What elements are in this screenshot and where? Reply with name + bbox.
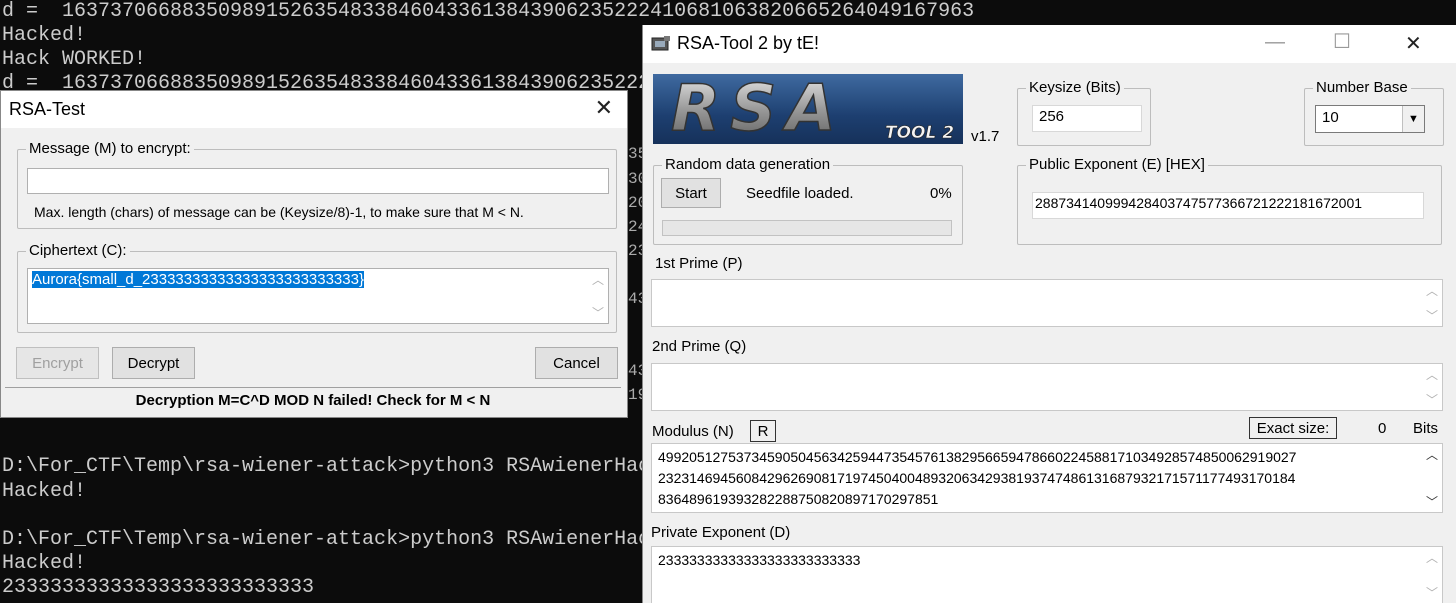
rsa-test-dialog: RSA-Test ✕ Message (M) to encrypt: Max. … [0, 90, 628, 418]
modulus-label: Modulus (N) [652, 423, 734, 440]
progress-percent: 0% [930, 185, 952, 202]
message-group-label: Message (M) to encrypt: [26, 140, 194, 157]
dialog-title: RSA-Test [9, 99, 86, 119]
ciphertext-group-label: Ciphertext (C): [26, 242, 130, 259]
random-data-group: Random data generation Start Seedfile lo… [653, 156, 963, 245]
scroll-down-icon[interactable]: ﹀ [1426, 307, 1438, 324]
console-line: 23333333333333333333333333 [2, 576, 315, 599]
rsa-tool-window: RSA-Tool 2 by tE! — ☐ ✕ RSA TOOL 2 v1.7 … [642, 25, 1456, 603]
maximize-icon[interactable]: ☐ [1333, 29, 1351, 54]
console-fragment: 20 [628, 194, 642, 212]
minimize-icon[interactable]: — [1265, 31, 1285, 54]
keysize-label: Keysize (Bits) [1026, 79, 1124, 96]
public-exponent-input[interactable]: 2887341409994284037475773667212221816720… [1032, 192, 1424, 219]
scroll-down-icon[interactable]: ﹀ [1426, 584, 1438, 601]
cancel-button[interactable]: Cancel [535, 347, 618, 379]
logo-text: RSA [671, 74, 846, 144]
prime-q-input[interactable]: ︿ ﹀ [651, 363, 1443, 411]
logo-graphic: RSA TOOL 2 [670, 74, 954, 144]
modulus-input[interactable]: 4992051275373459050456342594473545761382… [651, 443, 1443, 513]
public-exponent-label: Public Exponent (E) [HEX] [1026, 156, 1208, 173]
start-button[interactable]: Start [661, 178, 721, 208]
modulus-line: 4992051275373459050456342594473545761382… [658, 449, 1297, 465]
encrypt-button[interactable]: Encrypt [16, 347, 99, 379]
modulus-value: 4992051275373459050456342594473545761382… [658, 447, 1296, 510]
console-line: D:\For_CTF\Temp\rsa-wiener-attack>python… [2, 528, 651, 551]
ciphertext-group: Ciphertext (C): Aurora{small_d_233333333… [17, 242, 617, 333]
exact-size-button[interactable]: Exact size: [1249, 417, 1337, 439]
scroll-up-icon[interactable]: ︿ [1426, 549, 1438, 566]
message-input[interactable] [27, 168, 609, 194]
keysize-input[interactable]: 256 [1032, 105, 1142, 132]
console-fragment: 24 [628, 218, 642, 236]
tool-titlebar: RSA-Tool 2 by tE! — ☐ ✕ [643, 25, 1456, 63]
console-fragment: 23 [628, 242, 642, 260]
console-fragment: 43 [628, 362, 642, 380]
scroll-up-icon[interactable]: ︿ [592, 271, 604, 288]
number-base-label: Number Base [1313, 79, 1411, 96]
close-icon[interactable]: ✕ [595, 95, 613, 121]
random-data-label: Random data generation [662, 156, 834, 173]
exact-size-value: 0 [1378, 420, 1387, 437]
private-exponent-value: 23333333333333333333333333 [658, 552, 861, 568]
number-base-group: Number Base 10 ▼ [1304, 79, 1444, 146]
number-base-value: 10 [1322, 109, 1339, 126]
console-line: Hack WORKED! [2, 48, 147, 71]
scroll-down-icon[interactable]: ﹀ [1426, 391, 1438, 408]
app-icon [651, 36, 670, 51]
dialog-titlebar: RSA-Test ✕ [1, 91, 627, 128]
scroll-down-icon[interactable]: ﹀ [1426, 493, 1438, 510]
ciphertext-scrollbar[interactable]: ︿ ﹀ [588, 269, 608, 323]
console-line: D:\For_CTF\Temp\rsa-wiener-attack>python… [2, 455, 651, 478]
console-line: Hacked! [2, 480, 87, 503]
console-line: Hacked! [2, 552, 87, 575]
scroll-up-icon[interactable]: ︿ [1426, 446, 1438, 463]
public-exponent-group: Public Exponent (E) [HEX] 28873414099942… [1017, 156, 1442, 245]
console-fragment: 35 [628, 145, 642, 163]
modulus-scrollbar[interactable]: ︿ ﹀ [1422, 444, 1442, 512]
console-line: Hacked! [2, 24, 87, 47]
prime-p-label: 1st Prime (P) [655, 255, 743, 272]
version-label: v1.7 [971, 128, 1000, 145]
progress-bar [662, 220, 952, 236]
scroll-up-icon[interactable]: ︿ [1426, 282, 1438, 299]
console-fragment: 19 [628, 386, 642, 404]
tool-title: RSA-Tool 2 by tE! [677, 33, 820, 53]
bits-label: Bits [1413, 420, 1439, 437]
prime-p-input[interactable]: ︿ ﹀ [651, 279, 1443, 327]
prime-p-scrollbar[interactable]: ︿ ﹀ [1422, 280, 1442, 326]
keysize-group: Keysize (Bits) 256 [1017, 79, 1151, 146]
console-fragment: 30 [628, 170, 642, 188]
private-exponent-label: Private Exponent (D) [651, 524, 791, 541]
prime-q-label: 2nd Prime (Q) [652, 338, 747, 355]
rsa-logo: RSA TOOL 2 [653, 74, 963, 144]
scroll-up-icon[interactable]: ︿ [1426, 366, 1438, 383]
ciphertext-input[interactable]: Aurora{small_d_2333333333333333333333333… [27, 268, 609, 324]
decrypt-button[interactable]: Decrypt [112, 347, 195, 379]
scroll-down-icon[interactable]: ﹀ [592, 304, 604, 321]
r-button[interactable]: R [750, 420, 776, 442]
console-line: d = 163737066883509891526354833846043361… [2, 0, 975, 23]
modulus-line: 836489619393282288750820897170297851 [658, 491, 939, 507]
seed-status: Seedfile loaded. [746, 185, 854, 202]
console-fragment: 43 [628, 290, 642, 308]
close-icon[interactable]: ✕ [1405, 31, 1422, 56]
prime-q-scrollbar[interactable]: ︿ ﹀ [1422, 364, 1442, 410]
message-group: Message (M) to encrypt: Max. length (cha… [17, 140, 617, 229]
ciphertext-selected-text: Aurora{small_d_2333333333333333333333333… [32, 271, 364, 288]
status-message: Decryption M=C^D MOD N failed! Check for… [5, 387, 621, 413]
number-base-select[interactable]: 10 ▼ [1315, 105, 1425, 133]
private-exponent-input[interactable]: 23333333333333333333333333 ︿ ﹀ [651, 546, 1443, 603]
logo-subtext: TOOL 2 [885, 123, 954, 143]
message-hint: Max. length (chars) of message can be (K… [34, 204, 524, 220]
modulus-line: 2323146945608429626908171974504004893206… [658, 470, 1296, 486]
private-exponent-scrollbar[interactable]: ︿ ﹀ [1422, 547, 1442, 603]
dropdown-arrow-icon[interactable]: ▼ [1402, 106, 1424, 132]
